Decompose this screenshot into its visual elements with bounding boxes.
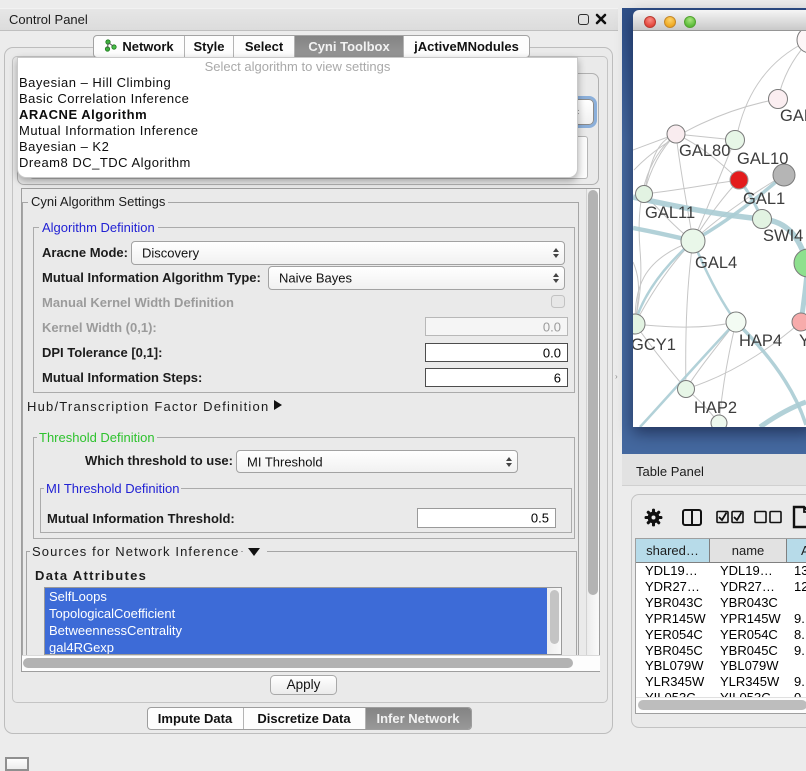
svg-text:SWI4: SWI4 xyxy=(763,227,803,245)
svg-text:GAL10: GAL10 xyxy=(737,150,788,168)
svg-text:GAL1: GAL1 xyxy=(743,190,785,208)
svg-text:GAL7: GAL7 xyxy=(780,107,806,125)
svg-text:HAP2: HAP2 xyxy=(694,399,737,417)
svg-text:GAL11: GAL11 xyxy=(645,204,695,222)
svg-text:GAL80: GAL80 xyxy=(679,142,730,160)
svg-text:GCY1: GCY1 xyxy=(633,336,676,354)
svg-text:GAL4: GAL4 xyxy=(695,254,737,272)
svg-text:HAP4: HAP4 xyxy=(739,332,782,350)
svg-text:Y: Y xyxy=(799,332,806,350)
